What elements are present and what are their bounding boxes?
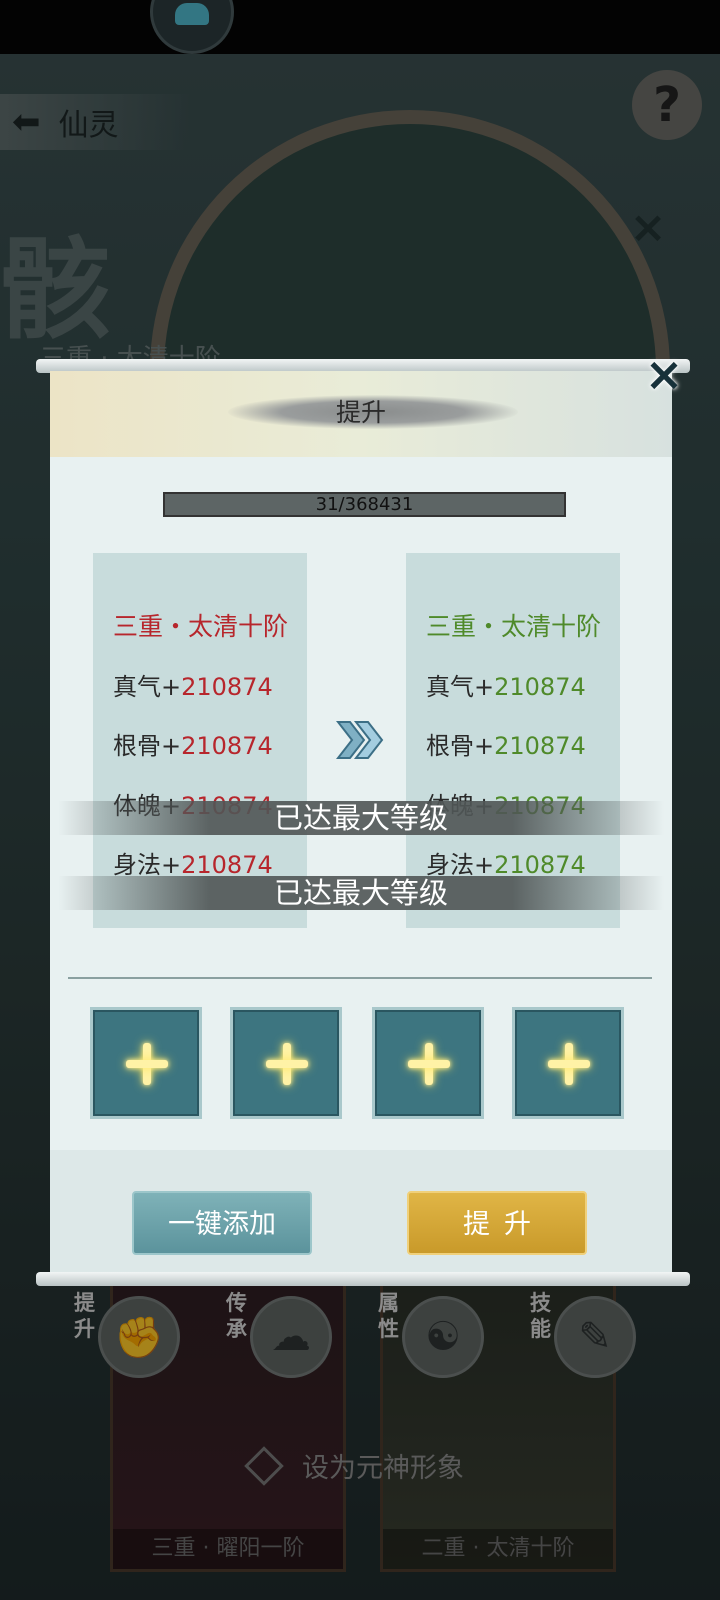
next-stat-row: 根骨+210874: [426, 732, 586, 760]
divider: [68, 977, 652, 979]
progress-text: 31/368431: [315, 494, 414, 515]
plus-icon: [126, 1043, 168, 1085]
add-material-slot[interactable]: [90, 1007, 202, 1119]
next-level-panel: 三重・太清十阶 真气+210874 根骨+210874 体魄+210874 身法…: [406, 553, 620, 928]
add-material-slot[interactable]: [230, 1007, 342, 1119]
current-level-panel: 三重・太清十阶 真气+210874 根骨+210874 体魄+210874 身法…: [93, 553, 307, 928]
plus-icon: [266, 1043, 308, 1085]
max-level-banner: 已达最大等级: [58, 801, 664, 835]
current-stat-row: 身法+210874: [113, 851, 273, 879]
dialog-header: 提升: [50, 371, 672, 457]
plus-icon: [408, 1043, 450, 1085]
next-stat-row: 身法+210874: [426, 851, 586, 879]
upgrade-dialog: 提升 31/368431 三重・太清十阶 真气+210874 根骨+210874…: [50, 371, 672, 1274]
close-icon[interactable]: ×: [644, 351, 684, 397]
plus-icon: [548, 1043, 590, 1085]
next-stat-row: 真气+210874: [426, 673, 586, 701]
scroll-rod-bottom: [36, 1272, 690, 1286]
dialog-title: 提升: [335, 398, 386, 427]
max-level-banner: 已达最大等级: [58, 876, 664, 910]
double-chevron-right-icon: [336, 721, 384, 759]
current-stat-row: 真气+210874: [113, 673, 273, 701]
add-material-slot[interactable]: [512, 1007, 624, 1119]
current-stat-row: 根骨+210874: [113, 732, 273, 760]
one-click-add-button[interactable]: 一键添加: [132, 1191, 312, 1255]
upgrade-button[interactable]: 提升: [407, 1191, 587, 1255]
add-material-slot[interactable]: [372, 1007, 484, 1119]
experience-progress-bar: 31/368431: [163, 492, 566, 517]
next-stage-label: 三重・太清十阶: [426, 612, 602, 641]
current-stage-label: 三重・太清十阶: [113, 612, 289, 641]
